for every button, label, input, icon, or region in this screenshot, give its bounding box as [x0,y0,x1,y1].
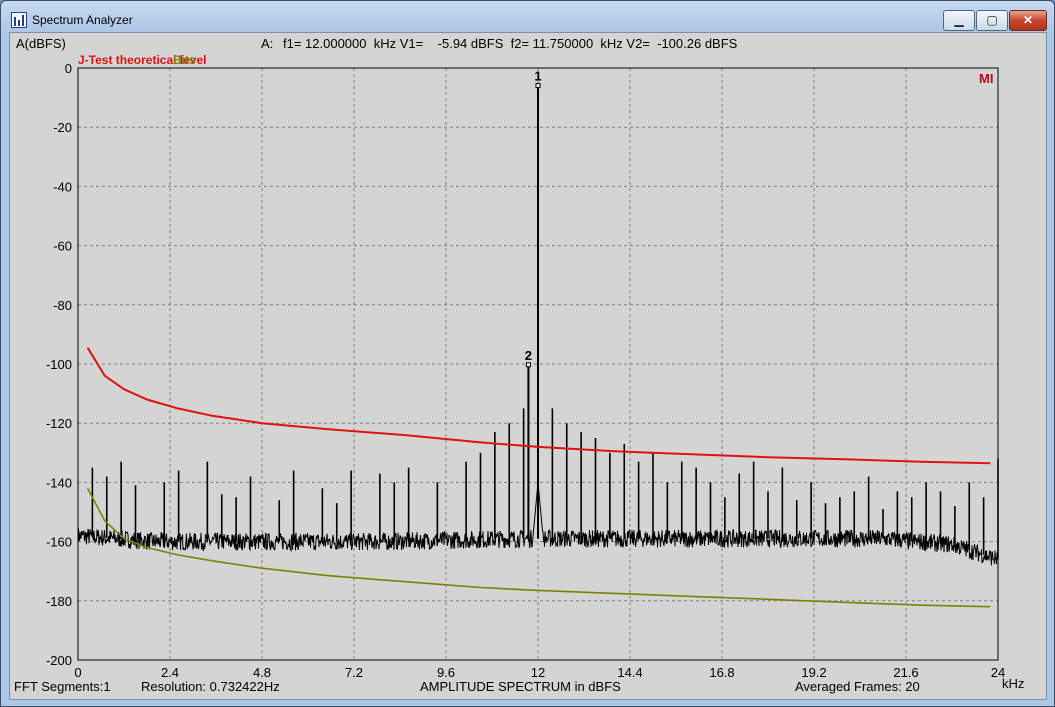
cursor-prefix: A: [261,36,273,51]
analyzer-client-area: A(dBFS) A: f1= 12.000000 kHz V1= -5.94 d… [9,32,1047,700]
y-tick-label: -120 [46,416,72,431]
marker-point [535,83,541,89]
maximize-button[interactable]: ▢ [976,10,1008,31]
x-tick-labels: 0 2.4 4.8 7.2 9.6 12 14.4 16.8 19.2 21.6 24 [74,665,1005,680]
x-tick-label: 12 [531,665,545,680]
y-tick-label: -20 [53,120,72,135]
averaged-frames: Averaged Frames: 20 [795,679,920,694]
y-tick-label: -60 [53,239,72,254]
y-tick-label: -140 [46,475,72,490]
spectrum-analyzer-window: Spectrum Analyzer ▁ ▢ ✕ A(dBFS) A: f1= 1… [0,0,1055,707]
marker-point [525,362,531,368]
mi-logo: MI [979,71,993,86]
x-tick-label: 7.2 [345,665,363,680]
x-tick-label: 14.4 [617,665,642,680]
cursor-readout: f1= 12.000000 kHz V1= -5.94 dBFS f2= 11.… [283,36,738,51]
minimize-button[interactable]: ▁ [943,10,975,31]
y-tick-labels: 0 -20 -40 -60 -80 -100 -120 -140 -160 -180 -200 [46,61,72,668]
title-bar[interactable]: Spectrum Analyzer ▁ ▢ ✕ [1,1,1054,33]
x-tick-label: 4.8 [253,665,271,680]
resolution-readout: Resolution: 0.732422Hz [141,679,280,694]
fft-segments: FFT Segments:1 [14,679,111,694]
y-tick-label: -200 [46,653,72,668]
x-tick-label: 19.2 [801,665,826,680]
y-tick-label: -180 [46,594,72,609]
x-tick-label: 21.6 [893,665,918,680]
x-axis-unit: kHz [1002,676,1024,691]
close-button[interactable]: ✕ [1009,10,1047,31]
legend-bits: Bits [173,53,196,67]
traces: 12 [77,69,999,608]
marker-label: 2 [525,348,532,363]
y-tick-label: -100 [46,357,72,372]
y-tick-label: 0 [65,61,72,76]
chart-title: AMPLITUDE SPECTRUM in dBFS [420,679,621,694]
y-tick-label: -40 [53,179,72,194]
x-tick-label: 9.6 [437,665,455,680]
x-tick-label: 16.8 [709,665,734,680]
spectrum-app-icon [11,12,27,28]
window-title: Spectrum Analyzer [32,13,133,27]
x-tick-label: 0 [74,665,81,680]
spectrum-chart[interactable]: A(dBFS) A: f1= 12.000000 kHz V1= -5.94 d… [10,33,1046,699]
y-tick-label: -80 [53,298,72,313]
marker-label: 1 [534,69,541,84]
y-tick-label: -160 [46,535,72,550]
x-tick-label: 2.4 [161,665,179,680]
y-axis-label: A(dBFS) [16,36,66,51]
